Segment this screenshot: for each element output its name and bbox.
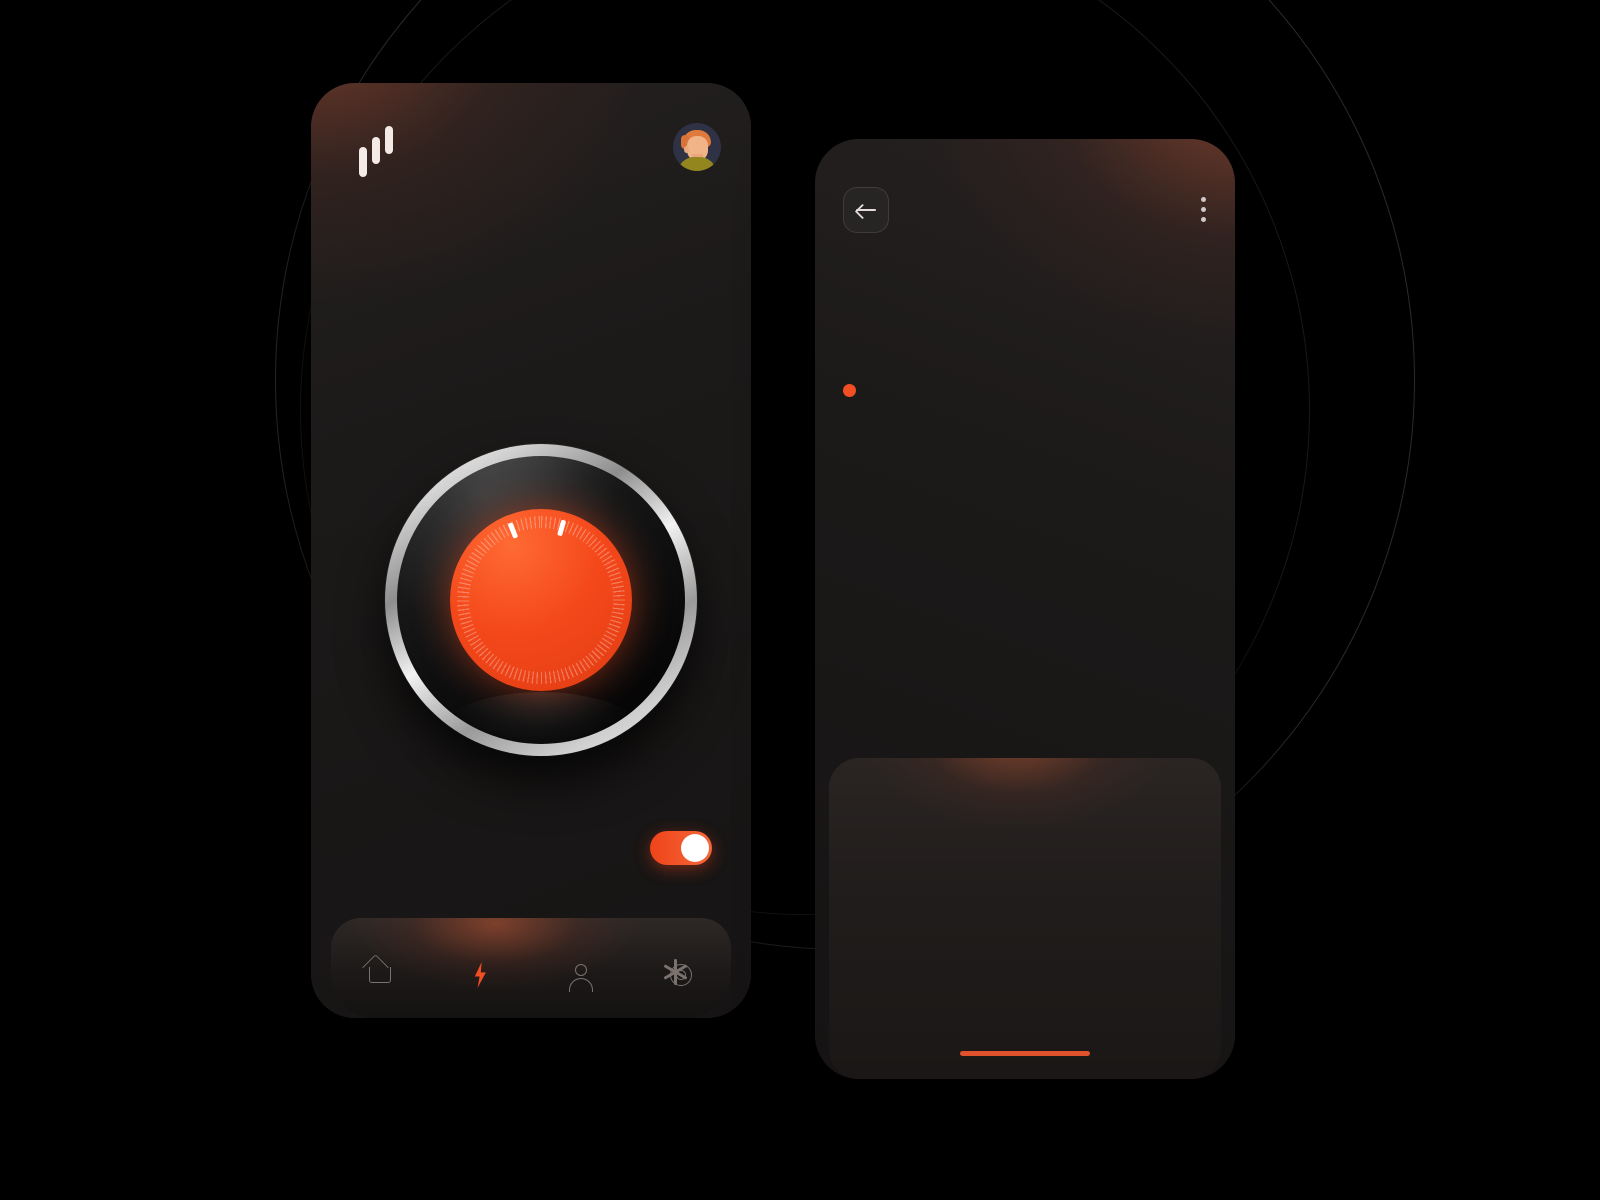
bar-logo-icon [358, 126, 400, 177]
kpi-summary [843, 384, 878, 397]
dial-ticks [457, 516, 625, 684]
chart-plot-area [887, 439, 1213, 639]
nav-gear-icon[interactable] [663, 958, 698, 992]
back-button[interactable] [843, 187, 889, 233]
phone-screen-home [311, 83, 751, 1018]
more-vertical-icon[interactable] [1201, 197, 1207, 227]
monthly-expense-card [829, 758, 1221, 1079]
chart-y-axis [829, 439, 877, 639]
thermostat-inner-dial[interactable] [450, 509, 632, 691]
home-indicator[interactable] [960, 1051, 1090, 1056]
phone-screen-statistics [815, 139, 1235, 1079]
nav-bolt-icon[interactable] [464, 958, 498, 992]
app-mockup-canvas [0, 0, 1600, 1200]
thermostat-dial[interactable] [385, 444, 697, 756]
arrow-left-icon [856, 203, 876, 217]
bottom-navigation-bar [331, 918, 731, 1018]
home-header [358, 123, 721, 187]
device-power-toggle[interactable] [650, 831, 712, 865]
usage-range-bar-chart [829, 439, 1221, 689]
toggle-knob [681, 834, 709, 862]
user-avatar[interactable] [673, 123, 721, 171]
nav-person-icon[interactable] [564, 958, 598, 992]
nav-home-icon[interactable] [364, 958, 398, 992]
kpi-dot-icon [843, 384, 856, 397]
